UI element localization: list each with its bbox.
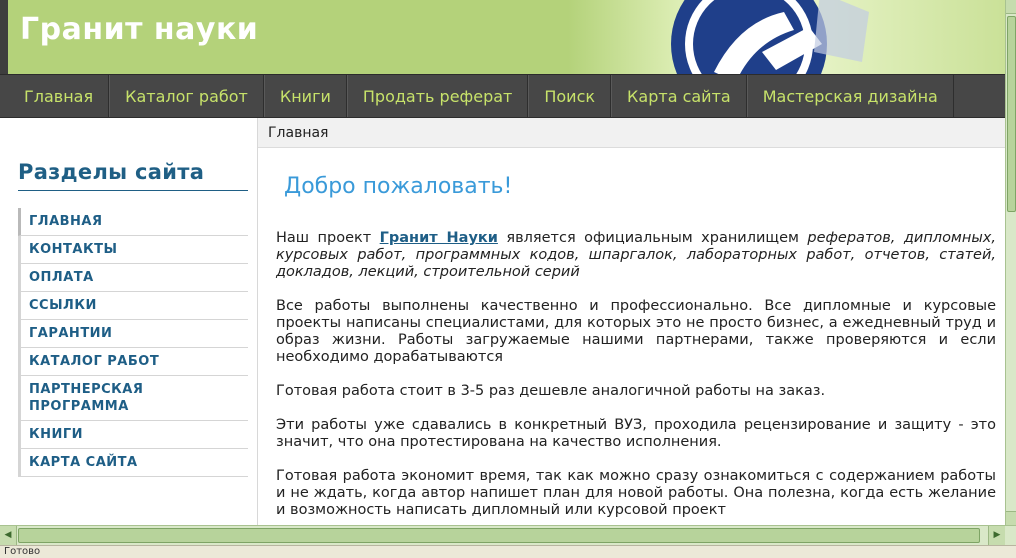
page-title: Добро пожаловать! xyxy=(284,174,513,199)
scroll-down-icon[interactable] xyxy=(1006,511,1016,525)
article-body: Наш проект Гранит Науки является официал… xyxy=(276,230,996,525)
browser-viewport: Гранит науки Главная Каталог работ Книги… xyxy=(0,0,1005,525)
scroll-right-icon[interactable]: ▶ xyxy=(988,526,1005,545)
logo-icon xyxy=(671,0,869,74)
sidebar-item-books[interactable]: КНИГИ xyxy=(18,421,248,449)
sidebar-item-links[interactable]: ССЫЛКИ xyxy=(18,292,248,320)
paragraph: Эти работы уже сдавались в конкретный ВУ… xyxy=(276,417,996,450)
paragraph: Все работы выполнены качественно и профе… xyxy=(276,298,996,365)
scroll-up-icon[interactable] xyxy=(1006,0,1016,14)
nav-item-home[interactable]: Главная xyxy=(0,75,110,117)
status-text: Готово xyxy=(4,546,41,557)
vertical-scroll-thumb[interactable] xyxy=(1007,16,1016,212)
paragraph: Готовая работа стоит в 3-5 раз дешевле а… xyxy=(276,383,826,399)
status-bar: Готово xyxy=(0,545,1016,558)
sidebar-item-catalog[interactable]: КАТАЛОГ РАБОТ xyxy=(18,348,248,376)
main-content: Главная Добро пожаловать! Наш проект Гра… xyxy=(258,118,1005,525)
scroll-left-icon[interactable]: ◀ xyxy=(0,526,17,545)
horizontal-scrollbar[interactable]: ◀ ▶ xyxy=(0,525,1016,545)
nav-item-search[interactable]: Поиск xyxy=(528,75,612,117)
sidebar-item-home[interactable]: ГЛАВНАЯ xyxy=(18,208,248,236)
sidebar-title: Разделы сайта xyxy=(18,160,248,191)
nav-item-catalog[interactable]: Каталог работ xyxy=(109,75,264,117)
project-link[interactable]: Гранит Науки xyxy=(380,230,498,246)
sidebar-item-payment[interactable]: ОПЛАТА xyxy=(18,264,248,292)
paragraph: Готовая работа экономит время, так как м… xyxy=(276,468,996,518)
nav-item-sitemap[interactable]: Карта сайта xyxy=(611,75,747,117)
site-header: Гранит науки xyxy=(0,0,1005,74)
sidebar-item-guarantees[interactable]: ГАРАНТИИ xyxy=(18,320,248,348)
main-nav: Главная Каталог работ Книги Продать рефе… xyxy=(0,74,1005,118)
intro-paragraph: Наш проект Гранит Науки является официал… xyxy=(276,230,996,280)
horizontal-scroll-thumb[interactable] xyxy=(18,528,980,543)
sidebar-item-partner-program[interactable]: ПАРТНЕРСКАЯ ПРОГРАММА xyxy=(18,376,248,421)
nav-item-design-studio[interactable]: Мастерская дизайна xyxy=(746,75,954,117)
nav-item-sell-essay[interactable]: Продать реферат xyxy=(346,75,529,117)
sidebar-item-sitemap[interactable]: КАРТА САЙТА xyxy=(18,449,248,477)
breadcrumb: Главная xyxy=(258,118,1005,148)
vertical-scrollbar[interactable] xyxy=(1005,0,1016,525)
sidebar: Разделы сайта ГЛАВНАЯ КОНТАКТЫ ОПЛАТА СС… xyxy=(0,118,258,525)
nav-item-books[interactable]: Книги xyxy=(263,75,347,117)
sidebar-menu: ГЛАВНАЯ КОНТАКТЫ ОПЛАТА ССЫЛКИ ГАРАНТИИ … xyxy=(18,208,248,477)
sidebar-item-contacts[interactable]: КОНТАКТЫ xyxy=(18,236,248,264)
site-title[interactable]: Гранит науки xyxy=(20,12,258,47)
